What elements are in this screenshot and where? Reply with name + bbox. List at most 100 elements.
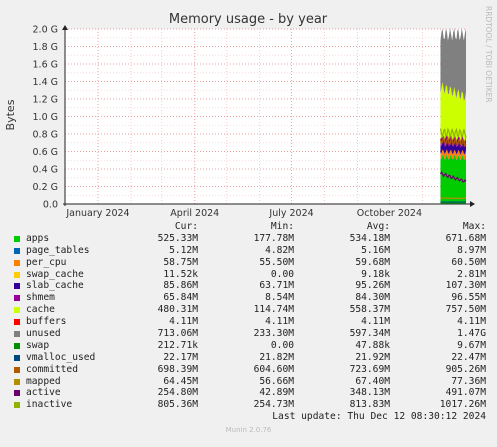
col-min-header: Min: — [271, 221, 294, 233]
legend-swatch — [14, 390, 20, 396]
col-avg-header: Avg: — [367, 221, 390, 233]
y-tick-label: 1.2 G — [33, 95, 59, 106]
legend-swatch — [14, 236, 20, 242]
legend-row: page_tables5.12M4.82M5.16M8.97M — [0, 245, 497, 257]
legend-series-name: slab_cache — [26, 280, 84, 292]
x-tick-label: April 2024 — [170, 208, 219, 219]
legend-series-name: inactive — [26, 399, 72, 411]
legend-min-value: 114.74M — [254, 304, 294, 316]
legend-cur-value: 713.06M — [158, 328, 198, 340]
munin-version: Munin 2.0.76 — [0, 426, 497, 434]
legend-min-value: 55.50M — [259, 257, 294, 269]
x-axis-arrow — [470, 201, 475, 207]
legend-swatch — [14, 355, 20, 361]
legend-min-value: 4.82M — [265, 245, 294, 257]
legend-min-value: 21.82M — [259, 352, 294, 364]
legend-cur-value: 480.31M — [158, 304, 198, 316]
legend-avg-value: 59.68M — [355, 257, 390, 269]
legend-row: buffers4.11M4.11M4.11M4.11M — [0, 316, 497, 328]
legend-max-value: 8.97M — [457, 245, 486, 257]
legend-row: cache480.31M114.74M558.37M757.50M — [0, 304, 497, 316]
legend-series-name: swap_cache — [26, 269, 84, 281]
last-update-row: Last update: Thu Dec 12 08:30:12 2024 — [0, 411, 497, 423]
legend-max-value: 77.36M — [451, 376, 486, 388]
legend-min-value: 4.11M — [265, 316, 294, 328]
legend-row: swap212.71k0.0047.88k9.67M — [0, 340, 497, 352]
legend-avg-value: 723.69M — [350, 364, 390, 376]
y-axis-arrow — [62, 25, 68, 30]
legend-series-name: shmem — [26, 292, 55, 304]
legend-cur-value: 698.39M — [158, 364, 198, 376]
legend-swatch — [14, 402, 20, 408]
legend-min-value: 42.89M — [259, 387, 294, 399]
legend-row: swap_cache11.52k0.009.18k2.81M — [0, 269, 497, 281]
legend-min-value: 63.71M — [259, 280, 294, 292]
legend-cur-value: 22.17M — [163, 352, 198, 364]
y-tick-label: 0.4 G — [33, 165, 59, 176]
legend-avg-value: 597.34M — [350, 328, 390, 340]
legend-max-value: 905.26M — [446, 364, 486, 376]
legend-max-value: 4.11M — [457, 316, 486, 328]
y-tick-labels: 0.00.2 G0.4 G0.6 G0.8 G1.0 G1.2 G1.4 G1.… — [33, 25, 59, 211]
legend-min-value: 8.54M — [265, 292, 294, 304]
legend-series-name: mapped — [26, 376, 61, 388]
legend-swatch — [14, 295, 20, 301]
legend-swatch — [14, 272, 20, 278]
legend-max-value: 1017.26M — [440, 399, 486, 411]
y-tick-label: 1.4 G — [33, 77, 59, 88]
data-areas — [440, 28, 466, 204]
legend-row: committed698.39M604.60M723.69M905.26M — [0, 364, 497, 376]
legend-max-value: 107.30M — [446, 280, 486, 292]
legend-series-name: unused — [26, 328, 61, 340]
legend-swatch — [14, 343, 20, 349]
legend-max-value: 22.47M — [451, 352, 486, 364]
legend-swatch — [14, 319, 20, 325]
y-axis-label: Bytes — [4, 99, 17, 130]
legend-series-name: buffers — [26, 316, 66, 328]
memory-chart: Memory usage - by year Bytes RRDTOOL / T… — [0, 0, 497, 222]
legend-cur-value: 64.45M — [163, 376, 198, 388]
legend-min-value: 0.00 — [271, 340, 294, 352]
legend-cur-value: 65.84M — [163, 292, 198, 304]
legend-cur-value: 85.86M — [163, 280, 198, 292]
chart-title: Memory usage - by year — [169, 12, 328, 27]
legend-swatch — [14, 248, 20, 254]
legend-series-name: active — [26, 387, 61, 399]
legend-max-value: 9.67M — [457, 340, 486, 352]
legend-max-value: 1.47G — [457, 328, 486, 340]
legend-cur-value: 11.52k — [163, 269, 198, 281]
legend-series-name: vmalloc_used — [26, 352, 95, 364]
legend-swatch — [14, 379, 20, 385]
legend-cur-value: 4.11M — [169, 316, 198, 328]
legend-avg-value: 21.92M — [355, 352, 390, 364]
legend-min-value: 56.66M — [259, 376, 294, 388]
y-tick-label: 0.8 G — [33, 130, 59, 141]
legend-avg-value: 95.26M — [355, 280, 390, 292]
legend-row: unused713.06M233.30M597.34M1.47G — [0, 328, 497, 340]
y-tick-label: 0.2 G — [33, 182, 59, 193]
legend-max-value: 757.50M — [446, 304, 486, 316]
col-cur-header: Cur: — [175, 221, 198, 233]
legend-row: active254.80M42.89M348.13M491.07M — [0, 387, 497, 399]
line-mapped — [440, 198, 466, 199]
legend-avg-value: 534.18M — [350, 233, 390, 245]
legend-series-name: page_tables — [26, 245, 90, 257]
legend-max-value: 60.50M — [451, 257, 486, 269]
legend-swatch — [14, 283, 20, 289]
legend-row: mapped64.45M56.66M67.40M77.36M — [0, 376, 497, 388]
x-tick-label: October 2024 — [357, 208, 422, 219]
col-max-header: Max: — [463, 221, 486, 233]
legend-rows: apps525.33M177.78M534.18M671.68Mpage_tab… — [0, 233, 497, 411]
legend-avg-value: 348.13M — [350, 387, 390, 399]
legend-cur-value: 5.12M — [169, 245, 198, 257]
legend-swatch — [14, 260, 20, 266]
y-tick-label: 1.0 G — [33, 112, 59, 123]
legend-max-value: 96.55M — [451, 292, 486, 304]
legend-header: Cur: Min: Avg: Max: — [0, 221, 497, 233]
x-tick-label: July 2024 — [268, 208, 313, 219]
legend-row: apps525.33M177.78M534.18M671.68M — [0, 233, 497, 245]
legend-min-value: 177.78M — [254, 233, 294, 245]
legend-min-value: 604.60M — [254, 364, 294, 376]
legend-series-name: apps — [26, 233, 49, 245]
legend-min-value: 254.73M — [254, 399, 294, 411]
